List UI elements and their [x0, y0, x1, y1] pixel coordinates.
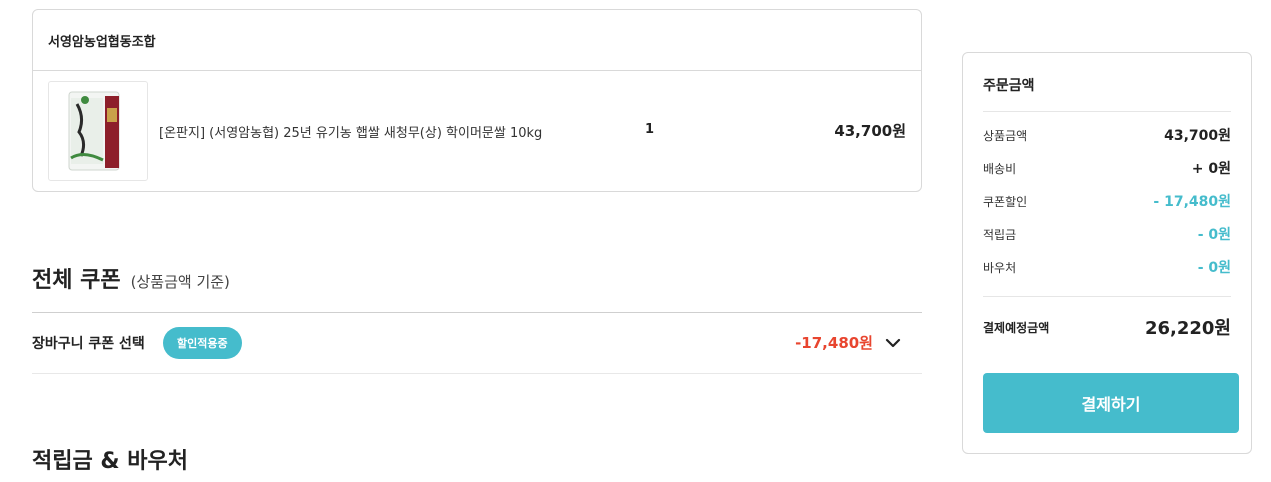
- summary-divider: [983, 111, 1231, 112]
- summary-title: 주문금액: [983, 78, 1035, 94]
- seller-card: 서영암농업협동조합 [온판지] (서영암농협) 25년 유기농 햅쌀 새청무(상…: [32, 9, 922, 192]
- summary-value: 43,700원: [1164, 128, 1231, 144]
- product-name[interactable]: [온판지] (서영암농협) 25년 유기농 햅쌀 새청무(상) 학이머문쌀 10…: [159, 122, 542, 141]
- summary-total-row: 결제예정금액 26,220원: [983, 315, 1231, 339]
- summary-value: - 0원: [1197, 227, 1231, 243]
- summary-value: - 0원: [1197, 260, 1231, 276]
- summary-row-shipping: 배송비 + 0원: [983, 158, 1231, 178]
- summary-row-voucher: 바우처 - 0원: [983, 257, 1231, 277]
- coupon-discount-amount: -17,480원: [795, 334, 873, 352]
- rice-bag-image: [68, 91, 120, 171]
- product-quantity: 1: [645, 122, 655, 137]
- coupon-section-heading: 전체 쿠폰: [32, 268, 121, 293]
- summary-row-points: 적립금 - 0원: [983, 224, 1231, 244]
- summary-label: 쿠폰할인: [983, 194, 1028, 209]
- coupon-divider-top: [32, 312, 922, 313]
- summary-divider: [983, 296, 1231, 297]
- coupon-expand-toggle[interactable]: [883, 333, 903, 353]
- chevron-down-icon: [885, 338, 901, 348]
- discount-applied-badge: 할인적용중: [163, 327, 242, 359]
- summary-value: - 17,480원: [1153, 194, 1231, 210]
- summary-label: 상품금액: [983, 128, 1028, 143]
- total-value: 26,220원: [1144, 318, 1231, 339]
- summary-row-coupon-discount: 쿠폰할인 - 17,480원: [983, 191, 1231, 211]
- total-label: 결제예정금액: [983, 320, 1050, 335]
- product-price: 43,700원: [834, 122, 906, 140]
- points-section-title: 적립금 & 바우처: [32, 449, 188, 474]
- cart-coupon-label: 장바구니 쿠폰 선택: [32, 336, 145, 352]
- coupon-divider-bottom: [32, 373, 922, 374]
- product-row: [온판지] (서영암농협) 25년 유기농 햅쌀 새청무(상) 학이머문쌀 10…: [33, 71, 921, 191]
- summary-label: 적립금: [983, 227, 1017, 242]
- summary-label: 바우처: [983, 260, 1017, 275]
- coupon-section-title: 전체 쿠폰 (상품금액 기준): [32, 262, 230, 294]
- checkout-button[interactable]: 결제하기: [983, 373, 1239, 433]
- product-thumbnail[interactable]: [48, 81, 148, 181]
- seller-name: 서영암농업협동조합: [33, 10, 921, 71]
- summary-value: + 0원: [1191, 161, 1231, 177]
- order-summary-panel: 주문금액 상품금액 43,700원 배송비 + 0원 쿠폰할인 - 17,480…: [962, 52, 1252, 454]
- summary-row-product-amount: 상품금액 43,700원: [983, 125, 1231, 145]
- summary-label: 배송비: [983, 161, 1017, 176]
- coupon-section-subtitle: (상품금액 기준): [130, 273, 230, 291]
